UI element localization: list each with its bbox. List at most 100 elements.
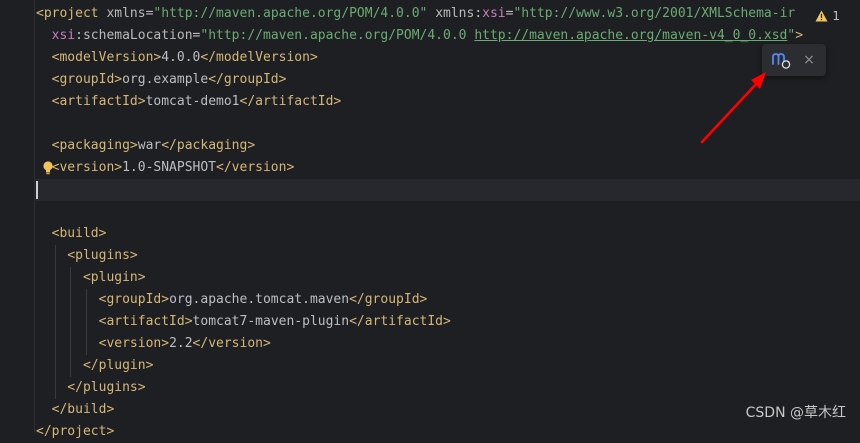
code-token: 2.2 bbox=[169, 336, 193, 351]
code-token: </groupId> bbox=[208, 72, 287, 87]
indent-guide bbox=[85, 311, 87, 333]
code-token: <groupId> bbox=[36, 72, 123, 87]
code-token: </plugin> bbox=[36, 358, 154, 373]
code-line-text: <packaging>war</packaging> bbox=[36, 135, 256, 157]
code-token: </artifactId> bbox=[239, 94, 342, 109]
maven-load-changes-popup: × bbox=[762, 44, 826, 76]
code-line-text: <project xmlns="http://maven.apache.org/… bbox=[36, 3, 795, 25]
code-token: 4.0.0 bbox=[161, 50, 201, 65]
code-token: xmlns bbox=[435, 6, 475, 21]
code-token: <artifactId> bbox=[36, 314, 193, 329]
code-line-text: <groupId>org.example</groupId> bbox=[36, 69, 287, 91]
warning-triangle-icon bbox=[815, 10, 828, 22]
code-line-text: xsi:schemaLocation="http://maven.apache.… bbox=[36, 25, 803, 47]
indent-guide bbox=[85, 289, 87, 311]
text-caret bbox=[36, 181, 38, 199]
indent-guide bbox=[54, 245, 56, 267]
code-line-text: <plugins> bbox=[36, 245, 138, 267]
code-line-text: <version>1.0-SNAPSHOT</version> bbox=[36, 157, 295, 179]
indent-guide bbox=[70, 355, 72, 377]
code-line-text: </plugins> bbox=[36, 377, 146, 399]
code-token: <project bbox=[36, 6, 107, 21]
indent-guide bbox=[54, 333, 56, 355]
code-token: xsi bbox=[482, 6, 506, 21]
code-token: <artifactId> bbox=[36, 94, 146, 109]
code-token: <plugins> bbox=[36, 248, 138, 263]
indent-guide bbox=[54, 267, 56, 289]
code-line-text: <plugin> bbox=[36, 267, 146, 289]
code-token: "http://www.w3.org/2001/XMLSchema-ir bbox=[513, 6, 796, 21]
code-token: </plugins> bbox=[36, 380, 146, 395]
code-token: </artifactId> bbox=[349, 314, 451, 329]
code-token: </version> bbox=[216, 160, 295, 175]
code-editor[interactable]: <project xmlns="http://maven.apache.org/… bbox=[0, 0, 860, 439]
popup-close-button[interactable]: × bbox=[800, 51, 818, 69]
indent-guide bbox=[70, 333, 72, 355]
indent-guide bbox=[85, 333, 87, 355]
code-line[interactable]: <build> bbox=[36, 223, 860, 245]
editor-gutter[interactable] bbox=[0, 0, 35, 434]
code-token: tomcat-demo1 bbox=[145, 94, 240, 109]
code-token: xmlns bbox=[106, 6, 146, 21]
code-line[interactable]: <project xmlns="http://maven.apache.org/… bbox=[36, 3, 860, 25]
code-token: org.example bbox=[122, 72, 209, 87]
code-line[interactable] bbox=[36, 201, 860, 223]
code-token: <version> bbox=[36, 336, 170, 351]
code-token: war bbox=[137, 138, 162, 153]
code-line[interactable] bbox=[36, 179, 860, 201]
code-line-text: <build> bbox=[36, 223, 107, 245]
code-line[interactable]: </plugin> bbox=[36, 355, 860, 377]
code-token: <build> bbox=[36, 226, 107, 241]
code-line[interactable]: <groupId>org.apache.tomcat.maven</groupI… bbox=[36, 289, 860, 311]
code-token: </version> bbox=[192, 336, 271, 351]
code-token: org.apache.tomcat.maven bbox=[169, 292, 350, 307]
code-token: :schemaLocation bbox=[75, 28, 193, 43]
inspection-widget[interactable]: 1 bbox=[809, 8, 840, 24]
code-line-text: <modelVersion>4.0.0</modelVersion> bbox=[36, 47, 318, 69]
code-token: </project> bbox=[36, 424, 115, 439]
indent-guide bbox=[70, 267, 72, 289]
code-area[interactable]: <project xmlns="http://maven.apache.org/… bbox=[36, 3, 860, 443]
code-line[interactable]: <plugins> bbox=[36, 245, 860, 267]
code-token: tomcat7-maven-plugin bbox=[192, 314, 350, 329]
code-line-text: </project> bbox=[36, 421, 114, 443]
code-line[interactable]: <packaging>war</packaging> bbox=[36, 135, 860, 157]
code-line[interactable]: <version>1.0-SNAPSHOT</version> bbox=[36, 157, 860, 179]
code-token: </modelVersion> bbox=[200, 50, 318, 65]
code-token: http://maven.apache.org/maven-v4_0_0.xsd bbox=[474, 28, 788, 43]
code-line[interactable] bbox=[36, 113, 860, 135]
code-token: <groupId> bbox=[36, 292, 170, 307]
maven-load-changes-icon[interactable] bbox=[770, 50, 792, 70]
inspection-count: 1 bbox=[832, 9, 840, 23]
code-line[interactable]: <plugin> bbox=[36, 267, 860, 289]
code-token: <plugin> bbox=[36, 270, 146, 285]
code-token: <packaging> bbox=[36, 138, 138, 153]
indent-guide bbox=[54, 289, 56, 311]
code-line[interactable]: </build> bbox=[36, 399, 860, 421]
code-line[interactable]: <artifactId>tomcat7-maven-plugin</artifa… bbox=[36, 311, 860, 333]
code-line-text: <artifactId>tomcat-demo1</artifactId> bbox=[36, 91, 342, 113]
lightbulb-icon[interactable] bbox=[42, 160, 54, 176]
code-token: "http://maven.apache.org/POM/4.0.0" bbox=[153, 6, 428, 21]
code-token: <modelVersion> bbox=[36, 50, 162, 65]
code-token: </packaging> bbox=[161, 138, 256, 153]
code-line[interactable]: <modelVersion>4.0.0</modelVersion> bbox=[36, 47, 860, 69]
code-token: 1.0-SNAPSHOT bbox=[122, 160, 217, 175]
code-token: </groupId> bbox=[349, 292, 428, 307]
code-line[interactable]: <artifactId>tomcat-demo1</artifactId> bbox=[36, 91, 860, 113]
code-line[interactable]: xsi:schemaLocation="http://maven.apache.… bbox=[36, 25, 860, 47]
code-token: : bbox=[474, 6, 483, 21]
code-line[interactable]: <version>2.2</version> bbox=[36, 333, 860, 355]
code-line[interactable]: </plugins> bbox=[36, 377, 860, 399]
code-line[interactable]: <groupId>org.example</groupId> bbox=[36, 69, 860, 91]
code-line-text: <groupId>org.apache.tomcat.maven</groupI… bbox=[36, 289, 428, 311]
indent-guide bbox=[54, 377, 56, 399]
code-token: xsi bbox=[51, 28, 76, 43]
code-line-text: <artifactId>tomcat7-maven-plugin</artifa… bbox=[36, 311, 451, 333]
indent-guide bbox=[70, 289, 72, 311]
watermark: CSDN @草木红 bbox=[745, 405, 846, 421]
code-token: "http://maven.apache.org/POM/4.0.0 bbox=[200, 28, 475, 43]
code-line[interactable]: </project> bbox=[36, 421, 860, 443]
